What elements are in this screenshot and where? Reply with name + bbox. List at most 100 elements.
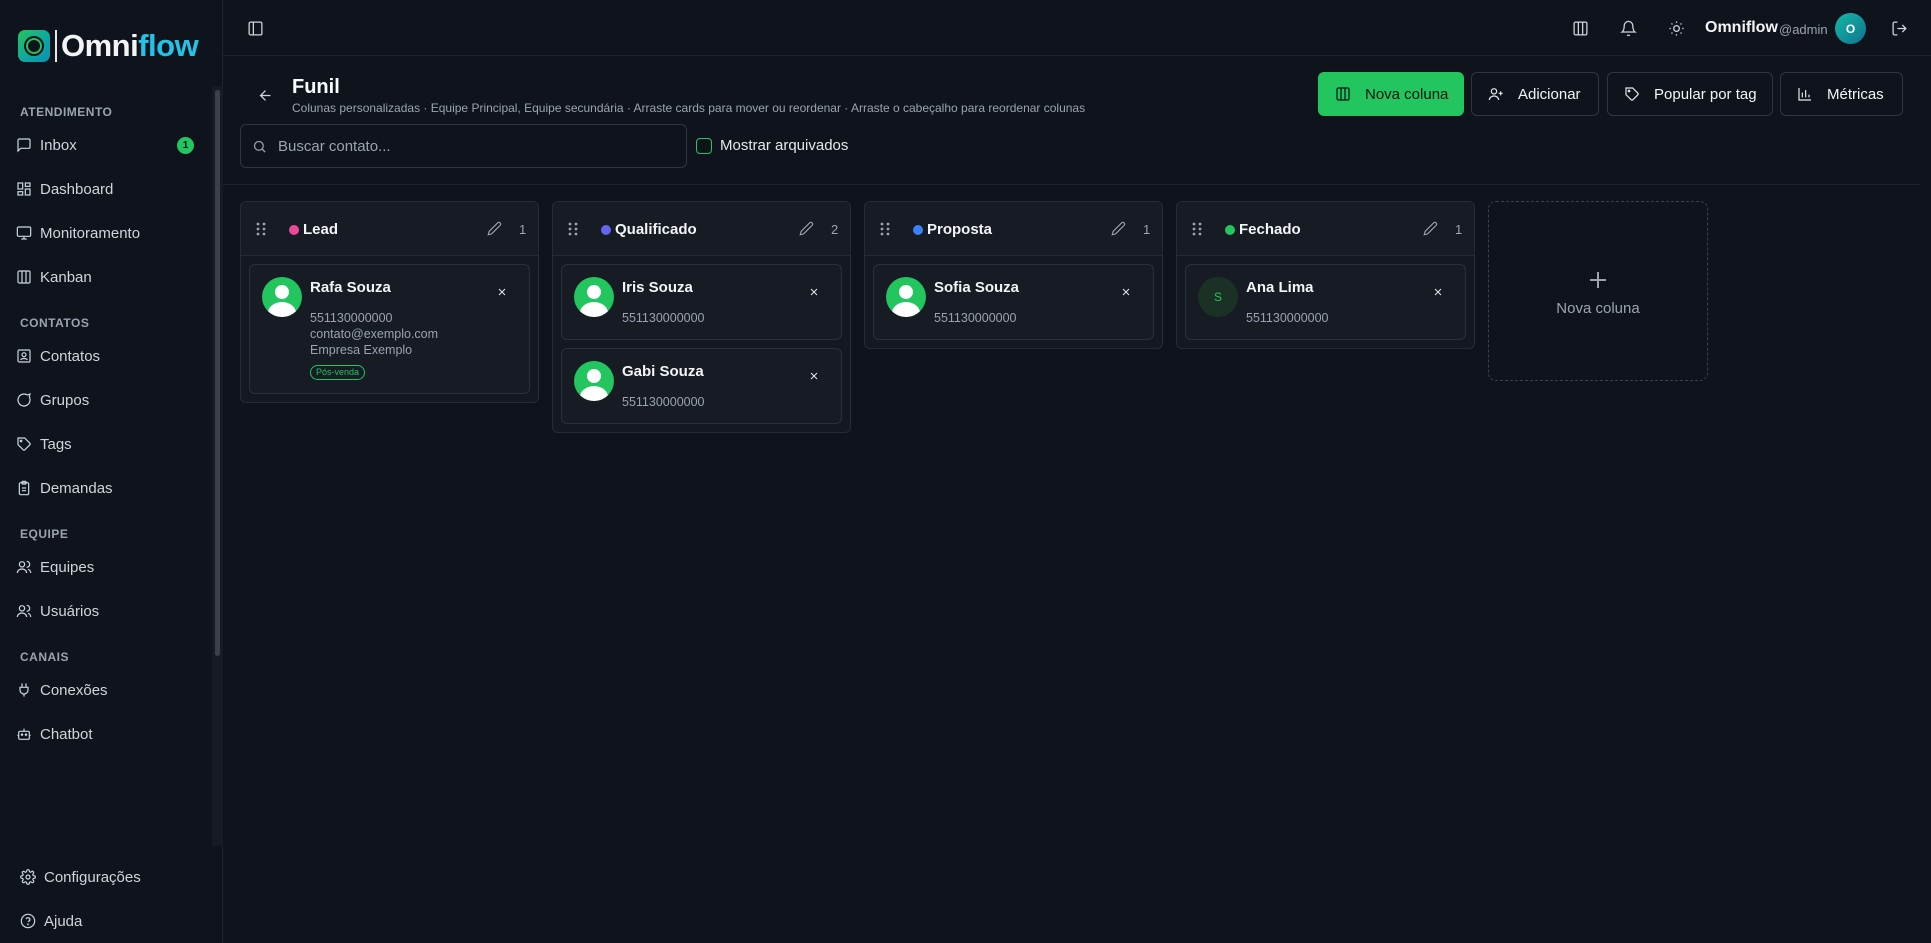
sidebar-item-ajuda[interactable]: Ajuda [4, 899, 204, 943]
sidebar-item-inbox[interactable]: Inbox 1 [0, 123, 212, 167]
kanban-column-proposta[interactable]: Proposta 1 Sofia Souza 551130000000 [864, 201, 1163, 349]
user-plus-icon [1488, 88, 1503, 101]
contact-email: contato@exemplo.com [310, 327, 439, 341]
contact-card[interactable]: Gabi Souza 551130000000 [561, 348, 842, 424]
sidebar-item-usuarios[interactable]: Usuários [0, 589, 212, 633]
column-count: 1 [1455, 222, 1463, 237]
column-count: 2 [831, 222, 839, 237]
contact-name: Sofia Souza [934, 279, 1020, 296]
contact-card[interactable]: S Ana Lima 551130000000 [1185, 264, 1466, 340]
metrics-button[interactable]: Métricas [1780, 72, 1903, 116]
sidebar-item-configuracoes[interactable]: Configurações [4, 855, 204, 899]
drag-handle-icon[interactable] [567, 221, 579, 237]
add-button[interactable]: Adicionar [1471, 72, 1599, 116]
edit-column-button[interactable] [487, 221, 503, 237]
search-input[interactable] [278, 137, 658, 155]
column-color-dot [1225, 225, 1235, 235]
contact-icon [17, 349, 31, 363]
sidebar-item-demandas[interactable]: Demandas [0, 466, 212, 510]
columns-icon [1336, 87, 1350, 101]
contact-card[interactable]: Rafa Souza 551130000000 contato@exemplo.… [249, 264, 530, 394]
contact-phone: 551130000000 [934, 311, 1017, 325]
sidebar-item-contatos[interactable]: Contatos [0, 334, 212, 378]
close-icon [1122, 288, 1130, 296]
theme-toggle-button[interactable] [1664, 16, 1688, 40]
sidebar-item-chatbot[interactable]: Chatbot [0, 712, 212, 756]
sidebar-scrollbar[interactable] [212, 86, 223, 846]
kanban-column-fechado[interactable]: Fechado 1 S Ana Lima 551130000000 [1176, 201, 1475, 349]
remove-card-button[interactable] [1432, 285, 1446, 299]
panel-left-icon [247, 20, 263, 36]
column-body: S Ana Lima 551130000000 [1177, 256, 1474, 348]
contact-phone: 551130000000 [622, 395, 705, 409]
logout-button[interactable] [1887, 16, 1911, 40]
show-archived-toggle[interactable]: Mostrar arquivados [696, 137, 848, 154]
remove-card-button[interactable] [808, 369, 822, 383]
sidebar-item-label: Grupos [40, 391, 90, 409]
populate-by-tag-button[interactable]: Popular por tag [1607, 72, 1773, 116]
sidebar-toggle-button[interactable] [243, 16, 267, 40]
user-avatar[interactable]: O [1835, 13, 1866, 44]
remove-card-button[interactable] [808, 285, 822, 299]
contact-card[interactable]: Iris Souza 551130000000 [561, 264, 842, 340]
back-button[interactable] [253, 83, 277, 107]
sidebar-item-kanban[interactable]: Kanban [0, 255, 212, 299]
drag-handle-icon[interactable] [255, 221, 267, 237]
new-column-button[interactable]: Nova coluna [1318, 72, 1464, 116]
kanban-icon [17, 270, 31, 284]
show-archived-checkbox[interactable] [696, 137, 712, 154]
contact-name: Iris Souza [622, 279, 693, 296]
contact-avatar [574, 361, 614, 401]
section-title: CANAIS [20, 650, 70, 664]
sidebar-item-grupos[interactable]: Grupos [0, 378, 212, 422]
contact-avatar [262, 277, 302, 317]
add-column-placeholder[interactable]: Nova coluna [1488, 201, 1708, 381]
sidebar-item-label: Dashboard [40, 180, 114, 198]
pencil-icon [799, 221, 814, 236]
notifications-button[interactable] [1616, 16, 1640, 40]
logo[interactable]: Omniflow [18, 28, 199, 64]
sidebar-item-tags[interactable]: Tags [0, 422, 212, 466]
column-body: Rafa Souza 551130000000 contato@exemplo.… [241, 256, 538, 402]
column-header[interactable]: Qualificado 2 [553, 202, 850, 256]
column-header[interactable]: Fechado 1 [1177, 202, 1474, 256]
sidebar-nav: ATENDIMENTO Inbox 1 Dashboard Monitorame… [0, 90, 212, 756]
sidebar-item-monitoramento[interactable]: Monitoramento [0, 211, 212, 255]
close-icon [810, 372, 818, 380]
edit-column-button[interactable] [1423, 221, 1439, 237]
plug-icon [19, 683, 29, 697]
column-header[interactable]: Lead 1 [241, 202, 538, 256]
column-title: Proposta [927, 221, 993, 238]
edit-column-button[interactable] [1111, 221, 1127, 237]
remove-card-button[interactable] [1120, 285, 1134, 299]
sidebar-item-equipes[interactable]: Equipes [0, 545, 212, 589]
monitor-icon [16, 226, 32, 240]
contact-tag: Pós-venda [310, 365, 366, 380]
kanban-column-lead[interactable]: Lead 1 Rafa Souza 551130000000 contato@e… [240, 201, 539, 403]
edit-column-button[interactable] [799, 221, 815, 237]
column-header[interactable]: Proposta 1 [865, 202, 1162, 256]
sun-icon [1668, 20, 1684, 36]
page-subtitle: Colunas personalizadas · Equipe Principa… [292, 101, 1086, 115]
pencil-icon [1423, 221, 1438, 236]
contact-card[interactable]: Sofia Souza 551130000000 [873, 264, 1154, 340]
sidebar-item-dashboard[interactable]: Dashboard [0, 167, 212, 211]
kanban-view-button[interactable] [1568, 16, 1592, 40]
chat-bubble-icon [17, 393, 31, 407]
button-label: Popular por tag [1654, 85, 1757, 103]
kanban-column-qualificado[interactable]: Qualificado 2 Iris Souza 551130000000 Ga… [552, 201, 851, 433]
drag-handle-icon[interactable] [879, 221, 891, 237]
tag-icon [1625, 87, 1639, 101]
user-name: Omniflow [1705, 19, 1778, 36]
sidebar-item-label: Ajuda [44, 912, 83, 930]
remove-card-button[interactable] [496, 285, 510, 299]
column-color-dot [601, 225, 611, 235]
drag-handle-icon[interactable] [1191, 221, 1203, 237]
sidebar-item-label: Monitoramento [40, 224, 141, 242]
divider [223, 184, 1920, 185]
search-icon [253, 140, 266, 153]
contact-avatar: S [1198, 277, 1238, 317]
scrollbar-thumb[interactable] [215, 90, 220, 656]
sidebar-item-label: Configurações [44, 868, 141, 886]
sidebar-item-conexoes[interactable]: Conexões [0, 668, 212, 712]
